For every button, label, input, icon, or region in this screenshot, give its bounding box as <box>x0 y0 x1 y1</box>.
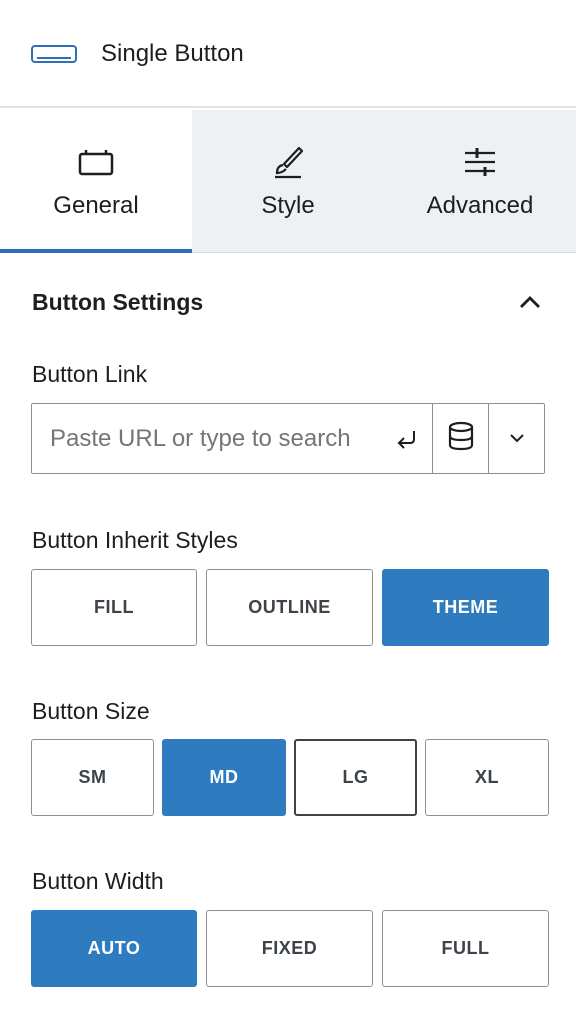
block-title: Single Button <box>101 40 244 67</box>
button-link-label: Button Link <box>32 361 148 387</box>
size-xl-button[interactable]: XL <box>425 739 549 816</box>
size-sm-button[interactable]: SM <box>31 739 154 816</box>
database-icon <box>447 421 475 456</box>
button-link-control <box>31 403 545 474</box>
button-link-input[interactable] <box>50 424 380 453</box>
inherit-styles-label: Button Inherit Styles <box>32 527 238 553</box>
chevron-down-icon <box>509 430 525 448</box>
enter-icon[interactable] <box>394 426 420 452</box>
link-input-wrapper <box>32 404 433 473</box>
size-md-button[interactable]: MD <box>162 739 286 816</box>
general-icon <box>78 146 114 178</box>
width-auto-button[interactable]: AUTO <box>31 910 197 987</box>
button-width-group: AUTO FIXED FULL <box>31 910 549 987</box>
tab-general[interactable]: General <box>0 110 192 253</box>
button-size-label: Button Size <box>32 698 150 724</box>
button-width-label: Button Width <box>32 868 164 894</box>
width-full-button[interactable]: FULL <box>382 910 549 987</box>
chevron-up-icon[interactable] <box>516 288 544 316</box>
tab-general-label: General <box>53 192 139 219</box>
inherit-outline-button[interactable]: OUTLINE <box>206 569 373 646</box>
inherit-theme-button[interactable]: THEME <box>382 569 549 646</box>
inherit-fill-button[interactable]: FILL <box>31 569 197 646</box>
sliders-icon <box>462 146 498 178</box>
tab-advanced-label: Advanced <box>426 192 534 219</box>
tab-style-label: Style <box>261 192 315 219</box>
button-size-group: SM MD LG XL <box>31 739 549 816</box>
inherit-styles-group: FILL OUTLINE THEME <box>31 569 549 646</box>
button-block-icon <box>31 45 77 63</box>
tab-style[interactable]: Style <box>192 110 384 252</box>
brush-icon <box>270 146 306 179</box>
dynamic-content-button[interactable] <box>433 404 489 473</box>
tab-bar: General Style Advanced <box>0 110 576 253</box>
size-lg-button[interactable]: LG <box>294 739 417 816</box>
section-title: Button Settings <box>32 288 204 315</box>
section-header[interactable]: Button Settings <box>32 286 544 318</box>
width-fixed-button[interactable]: FIXED <box>206 910 373 987</box>
block-header: Single Button <box>0 0 576 108</box>
tab-advanced[interactable]: Advanced <box>384 110 576 252</box>
link-options-dropdown[interactable] <box>489 404 544 473</box>
